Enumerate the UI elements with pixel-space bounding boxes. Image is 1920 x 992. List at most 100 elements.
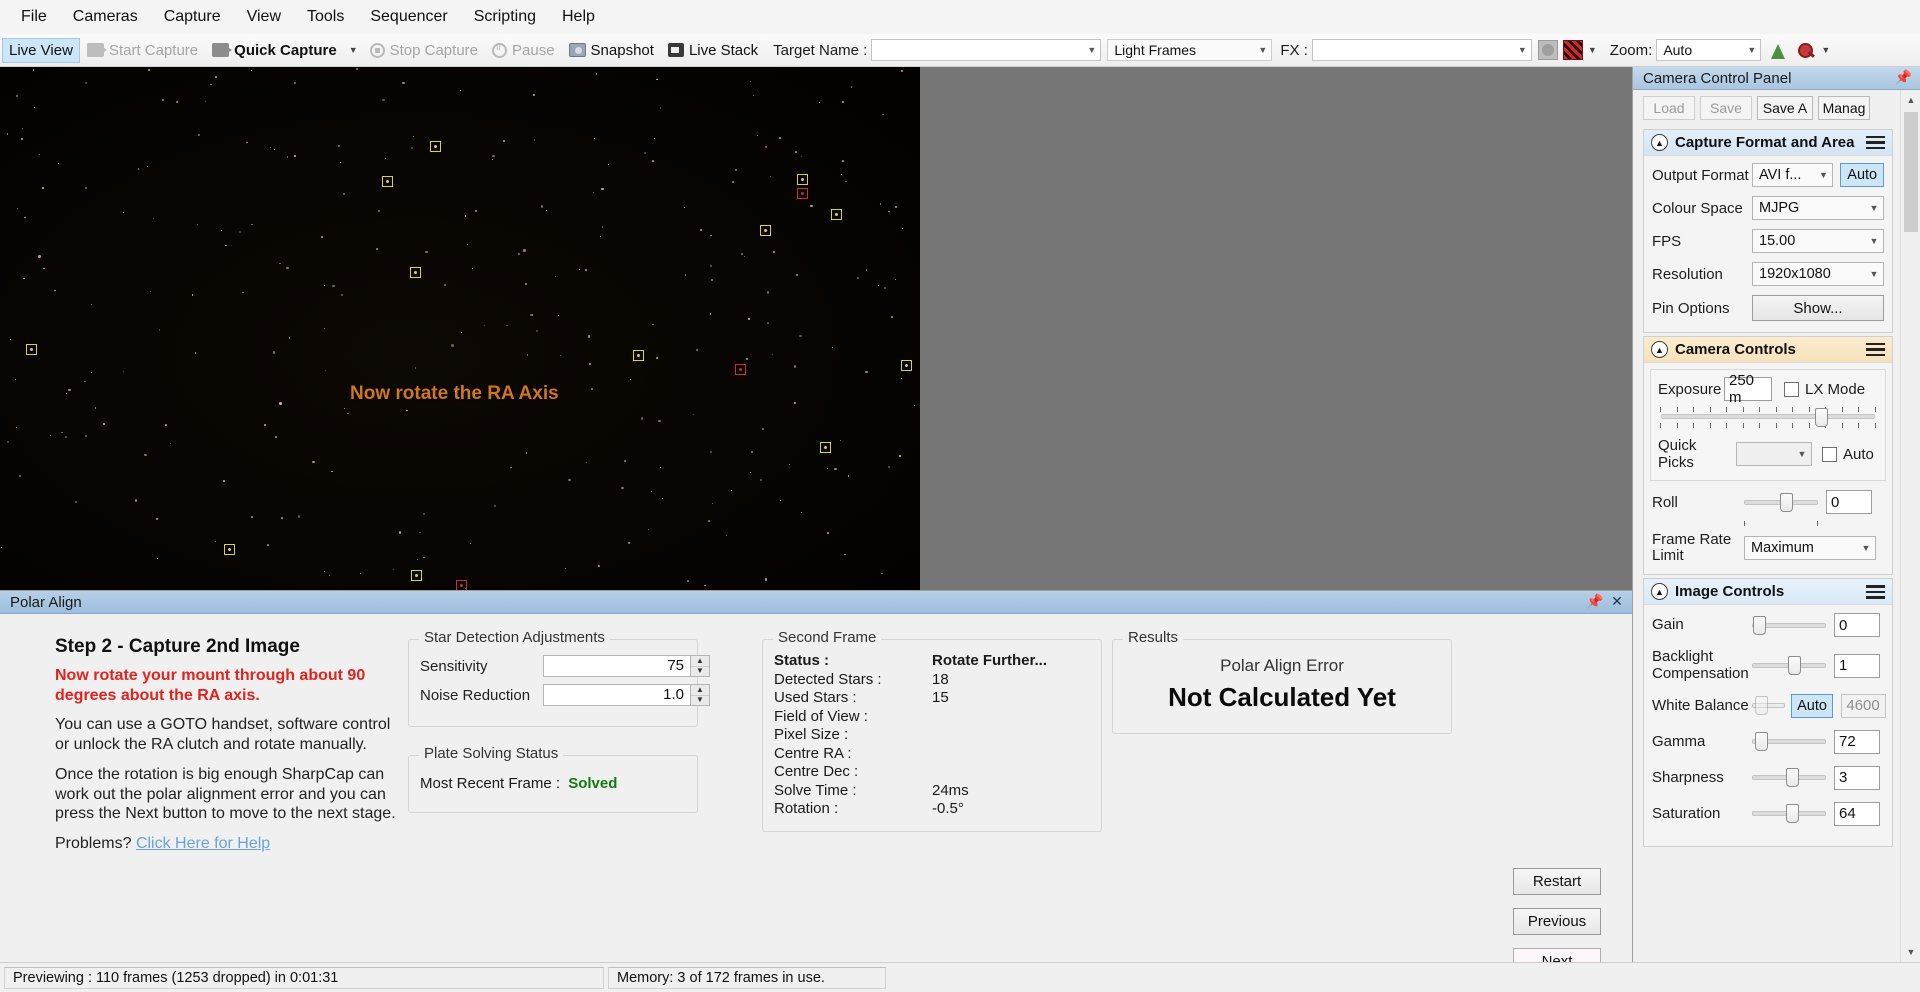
spin-down-icon[interactable]: ▼ bbox=[691, 667, 709, 677]
mono-preview-toggle[interactable] bbox=[1537, 40, 1558, 60]
roll-slider[interactable] bbox=[1744, 492, 1818, 512]
chevron-up-icon[interactable]: ▲ bbox=[1651, 341, 1668, 358]
image-control-value[interactable]: 0 bbox=[1834, 613, 1880, 638]
camera-panel-scrollbar[interactable]: ▲ ▼ bbox=[1900, 90, 1920, 962]
target-name-combo[interactable]: ▼ bbox=[871, 39, 1102, 61]
fps-combo[interactable]: 15.00 ▼ bbox=[1752, 229, 1884, 253]
menu-item-sequencer[interactable]: Sequencer bbox=[357, 4, 460, 30]
white-balance-auto-button[interactable]: Auto bbox=[1790, 693, 1834, 718]
image-control-slider[interactable] bbox=[1752, 732, 1826, 752]
snapshot-button[interactable]: Snapshot bbox=[562, 38, 661, 63]
restart-button[interactable]: Restart bbox=[1513, 868, 1601, 895]
zoom-combo[interactable]: Auto ▼ bbox=[1656, 39, 1762, 61]
quick-capture-button[interactable]: Quick Capture bbox=[205, 38, 344, 63]
image-controls-header[interactable]: ▲ Image Controls bbox=[1644, 579, 1892, 606]
stop-capture-button[interactable]: Stop Capture bbox=[363, 38, 485, 63]
menu-item-view[interactable]: View bbox=[234, 4, 294, 30]
image-control-value[interactable]: 72 bbox=[1834, 729, 1880, 754]
noise-reduction-spin-buttons[interactable]: ▲ ▼ bbox=[691, 684, 710, 706]
image-control-value[interactable]: 3 bbox=[1834, 765, 1880, 790]
image-control-slider[interactable] bbox=[1752, 615, 1826, 635]
output-format-auto-button[interactable]: Auto bbox=[1840, 163, 1884, 187]
fx-combo[interactable]: ▼ bbox=[1311, 39, 1532, 61]
menu-icon[interactable] bbox=[1866, 585, 1885, 599]
exposure-auto-checkbox[interactable] bbox=[1822, 446, 1837, 462]
chevron-down-icon[interactable]: ▼ bbox=[1816, 45, 1835, 55]
noise-reduction-stepper[interactable]: 1.0 ▲ ▼ bbox=[543, 684, 710, 706]
menu-icon[interactable] bbox=[1866, 135, 1885, 150]
image-preview-area[interactable]: Now rotate the RA Axis bbox=[0, 67, 1632, 590]
menu-item-capture[interactable]: Capture bbox=[151, 4, 234, 30]
sensitivity-input[interactable]: 75 bbox=[543, 655, 691, 677]
colour-overlay-toggle[interactable] bbox=[1562, 40, 1583, 60]
scroll-down-icon[interactable]: ▼ bbox=[1901, 942, 1920, 962]
save-as-preset-button[interactable]: Save A bbox=[1757, 96, 1813, 120]
pin-options-show-button[interactable]: Show... bbox=[1752, 295, 1884, 321]
output-format-combo[interactable]: AVI f... ▼ bbox=[1752, 163, 1834, 187]
chevron-up-icon[interactable]: ▲ bbox=[1651, 134, 1668, 151]
exposure-input[interactable]: 250 m bbox=[1724, 372, 1772, 406]
image-control-slider[interactable] bbox=[1752, 656, 1826, 676]
image-control-value[interactable]: 4600 bbox=[1841, 693, 1886, 718]
image-control-slider-thumb[interactable] bbox=[1787, 656, 1801, 676]
image-control-slider-thumb[interactable] bbox=[1753, 615, 1767, 635]
menu-item-scripting[interactable]: Scripting bbox=[461, 4, 549, 30]
star-field-canvas[interactable]: Now rotate the RA Axis bbox=[0, 67, 920, 590]
menu-icon[interactable] bbox=[1866, 342, 1885, 357]
image-control-slider[interactable] bbox=[1752, 768, 1826, 788]
quick-picks-combo[interactable]: ▼ bbox=[1736, 442, 1812, 466]
live-view-button[interactable]: Live View bbox=[2, 37, 80, 63]
chevron-down-icon[interactable]: ▼ bbox=[344, 45, 363, 55]
frame-rate-limit-combo[interactable]: Maximum ▼ bbox=[1744, 536, 1876, 561]
image-control-slider-thumb[interactable] bbox=[1786, 804, 1800, 824]
spin-down-icon[interactable]: ▼ bbox=[691, 696, 709, 706]
image-control-value[interactable]: 1 bbox=[1834, 653, 1880, 678]
exposure-slider-thumb[interactable] bbox=[1814, 408, 1828, 427]
star-point bbox=[794, 402, 796, 404]
chevron-down-icon[interactable]: ▼ bbox=[1583, 45, 1602, 55]
image-control-slider[interactable] bbox=[1752, 804, 1826, 824]
chevron-up-icon[interactable]: ▲ bbox=[1651, 583, 1668, 601]
live-stack-button[interactable]: Live Stack bbox=[661, 38, 765, 63]
exposure-slider[interactable] bbox=[1661, 408, 1875, 427]
spin-up-icon[interactable]: ▲ bbox=[691, 685, 709, 696]
lx-mode-checkbox[interactable] bbox=[1784, 381, 1799, 397]
star-point bbox=[517, 252, 520, 256]
menu-item-help[interactable]: Help bbox=[549, 4, 608, 30]
menu-item-cameras[interactable]: Cameras bbox=[60, 4, 151, 30]
load-preset-button[interactable]: Load bbox=[1643, 96, 1695, 120]
roll-value[interactable]: 0 bbox=[1826, 490, 1872, 514]
roll-slider-thumb[interactable] bbox=[1779, 492, 1793, 512]
chevron-down-icon: ▼ bbox=[1861, 543, 1871, 554]
manage-presets-button[interactable]: Manag bbox=[1818, 96, 1870, 120]
resolution-combo[interactable]: 1920x1080 ▼ bbox=[1752, 262, 1884, 286]
sensitivity-stepper[interactable]: 75 ▲ ▼ bbox=[543, 655, 710, 677]
menu-item-tools[interactable]: Tools bbox=[294, 4, 357, 30]
scroll-up-icon[interactable]: ▲ bbox=[1901, 90, 1920, 110]
frame-type-combo[interactable]: Light Frames ▼ bbox=[1107, 39, 1273, 61]
image-control-slider[interactable] bbox=[1752, 696, 1785, 716]
image-control-slider-thumb[interactable] bbox=[1754, 732, 1768, 752]
star-point bbox=[42, 187, 44, 189]
sensitivity-spin-buttons[interactable]: ▲ ▼ bbox=[691, 655, 710, 677]
histogram-icon[interactable] bbox=[1769, 42, 1791, 59]
image-control-slider-thumb[interactable] bbox=[1786, 768, 1800, 788]
spin-up-icon[interactable]: ▲ bbox=[691, 656, 709, 667]
noise-reduction-input[interactable]: 1.0 bbox=[543, 684, 691, 706]
image-control-value[interactable]: 64 bbox=[1834, 801, 1880, 826]
pin-icon[interactable]: 📌 bbox=[1895, 69, 1912, 86]
click-here-for-help-link[interactable]: Click Here for Help bbox=[136, 835, 270, 852]
pause-button[interactable]: Pause bbox=[485, 38, 562, 63]
colour-space-combo[interactable]: MJPG ▼ bbox=[1752, 196, 1884, 220]
magnifier-icon[interactable] bbox=[1797, 42, 1816, 59]
pin-icon[interactable]: 📌 bbox=[1586, 593, 1604, 610]
start-capture-button[interactable]: Start Capture bbox=[80, 38, 205, 63]
camera-controls-header[interactable]: ▲ Camera Controls bbox=[1644, 337, 1892, 363]
capture-format-header[interactable]: ▲ Capture Format and Area bbox=[1644, 130, 1892, 156]
image-control-slider-thumb[interactable] bbox=[1755, 696, 1769, 716]
save-preset-button[interactable]: Save bbox=[1700, 96, 1752, 120]
scrollbar-thumb[interactable] bbox=[1904, 112, 1918, 232]
close-icon[interactable]: ✕ bbox=[1608, 593, 1626, 610]
menu-item-file[interactable]: File bbox=[8, 4, 60, 30]
previous-button[interactable]: Previous bbox=[1513, 908, 1601, 935]
